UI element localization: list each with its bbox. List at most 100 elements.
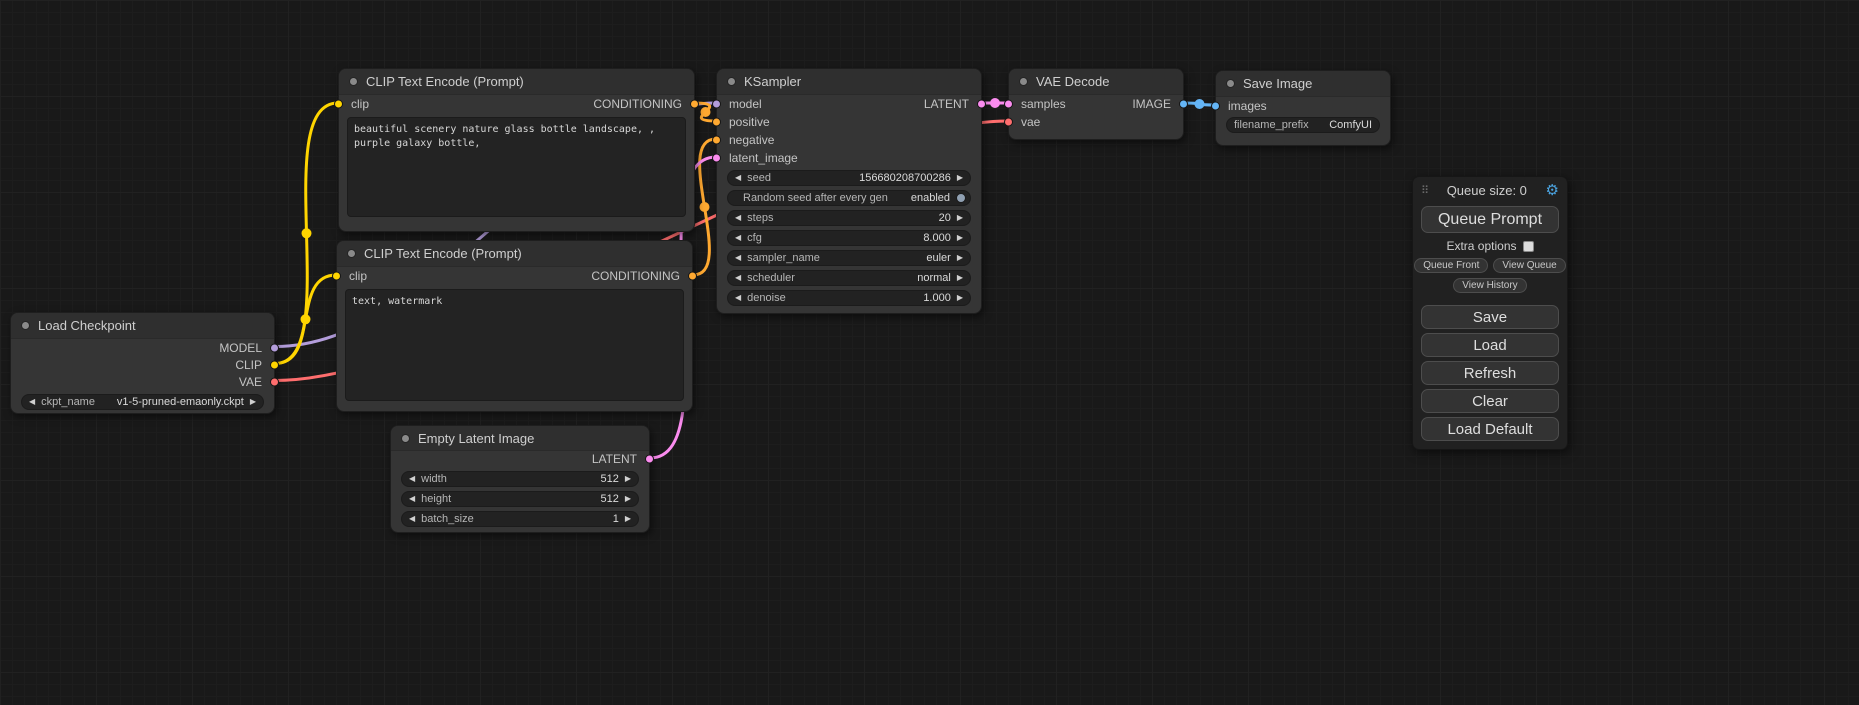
arrow-left-icon[interactable]: ◀: [735, 254, 741, 262]
node-clip-text-encode-negative[interactable]: CLIP Text Encode (Prompt) clip CONDITION…: [336, 240, 693, 412]
port-latent-output[interactable]: [977, 100, 986, 109]
port-latent-output[interactable]: [645, 455, 654, 464]
arrow-left-icon[interactable]: ◀: [409, 475, 415, 483]
load-default-button[interactable]: Load Default: [1421, 417, 1559, 441]
node-title-bar[interactable]: Save Image: [1216, 71, 1390, 97]
node-empty-latent-image[interactable]: Empty Latent Image LATENT ◀ width 512 ▶ …: [390, 425, 650, 533]
port-conditioning-output[interactable]: [688, 272, 697, 281]
collapse-dot-icon[interactable]: [347, 249, 356, 258]
negative-prompt-textarea[interactable]: text, watermark: [345, 289, 684, 401]
node-ksampler[interactable]: KSampler model LATENT positive negative …: [716, 68, 982, 314]
collapse-dot-icon[interactable]: [1019, 77, 1028, 86]
view-history-button[interactable]: View History: [1453, 278, 1526, 293]
node-clip-text-encode-positive[interactable]: CLIP Text Encode (Prompt) clip CONDITION…: [338, 68, 695, 232]
port-vae-input[interactable]: [1004, 118, 1013, 127]
port-clip-output[interactable]: [270, 360, 279, 369]
queue-front-button[interactable]: Queue Front: [1414, 258, 1488, 273]
node-title-bar[interactable]: Empty Latent Image: [391, 426, 649, 451]
arrow-right-icon[interactable]: ▶: [625, 515, 631, 523]
port-negative-input[interactable]: [712, 136, 721, 145]
port-positive-input[interactable]: [712, 118, 721, 127]
arrow-right-icon[interactable]: ▶: [957, 214, 963, 222]
arrow-right-icon[interactable]: ▶: [957, 254, 963, 262]
node-title-bar[interactable]: KSampler: [717, 69, 981, 95]
arrow-right-icon[interactable]: ▶: [625, 495, 631, 503]
port-model-output[interactable]: [270, 343, 279, 352]
batch-size-widget[interactable]: ◀ batch_size 1 ▶: [401, 511, 639, 527]
seed-widget[interactable]: ◀ seed 156680208700286 ▶: [727, 170, 971, 186]
view-queue-button[interactable]: View Queue: [1493, 258, 1565, 273]
slot-label-latent: LATENT: [924, 97, 969, 111]
widget-value: 156680208700286: [859, 172, 951, 184]
arrow-right-icon[interactable]: ▶: [625, 475, 631, 483]
arrow-right-icon[interactable]: ▶: [957, 174, 963, 182]
port-image-output[interactable]: [1179, 100, 1188, 109]
collapse-dot-icon[interactable]: [1226, 79, 1235, 88]
drag-handle-icon[interactable]: ⠿: [1421, 184, 1428, 197]
slot-label-model: model: [729, 97, 762, 111]
slot-label-latent: LATENT: [592, 452, 637, 466]
collapse-dot-icon[interactable]: [727, 77, 736, 86]
arrow-right-icon[interactable]: ▶: [957, 274, 963, 282]
node-save-image[interactable]: Save Image images filename_prefix ComfyU…: [1215, 70, 1391, 146]
node-title-bar[interactable]: CLIP Text Encode (Prompt): [339, 69, 694, 95]
arrow-left-icon[interactable]: ◀: [29, 398, 35, 406]
node-vae-decode[interactable]: VAE Decode samples IMAGE vae: [1008, 68, 1184, 140]
port-vae-output[interactable]: [270, 377, 279, 386]
denoise-widget[interactable]: ◀ denoise 1.000 ▶: [727, 290, 971, 306]
arrow-right-icon[interactable]: ▶: [957, 294, 963, 302]
widget-name: batch_size: [421, 513, 474, 525]
arrow-left-icon[interactable]: ◀: [409, 495, 415, 503]
arrow-left-icon[interactable]: ◀: [735, 214, 741, 222]
queue-size-label: Queue size: 0: [1428, 183, 1545, 198]
steps-widget[interactable]: ◀ steps 20 ▶: [727, 210, 971, 226]
refresh-button[interactable]: Refresh: [1421, 361, 1559, 385]
widget-name: width: [421, 473, 447, 485]
sampler-name-widget[interactable]: ◀ sampler_name euler ▶: [727, 250, 971, 266]
save-button[interactable]: Save: [1421, 305, 1559, 329]
node-load-checkpoint[interactable]: Load Checkpoint MODEL CLIP VAE ◀ ckpt_na…: [10, 312, 275, 414]
load-button[interactable]: Load: [1421, 333, 1559, 357]
collapse-dot-icon[interactable]: [349, 77, 358, 86]
arrow-right-icon[interactable]: ▶: [250, 398, 256, 406]
arrow-right-icon[interactable]: ▶: [957, 234, 963, 242]
widget-value: 512: [600, 493, 618, 505]
node-title-bar[interactable]: Load Checkpoint: [11, 313, 274, 339]
width-widget[interactable]: ◀ width 512 ▶: [401, 471, 639, 487]
arrow-left-icon[interactable]: ◀: [735, 274, 741, 282]
filename-prefix-widget[interactable]: filename_prefix ComfyUI: [1226, 117, 1380, 133]
arrow-left-icon[interactable]: ◀: [735, 294, 741, 302]
port-clip-input[interactable]: [332, 272, 341, 281]
toggle-knob-icon[interactable]: [956, 193, 966, 203]
extra-options-checkbox[interactable]: [1523, 241, 1534, 252]
random-seed-toggle-widget[interactable]: Random seed after every gen enabled: [727, 190, 971, 206]
widget-name: Random seed after every gen: [743, 192, 888, 204]
positive-prompt-textarea[interactable]: beautiful scenery nature glass bottle la…: [347, 117, 686, 217]
port-samples-input[interactable]: [1004, 100, 1013, 109]
queue-prompt-button[interactable]: Queue Prompt: [1421, 206, 1559, 233]
gear-icon[interactable]: ⚙: [1546, 183, 1559, 198]
clear-button[interactable]: Clear: [1421, 389, 1559, 413]
node-title-bar[interactable]: VAE Decode: [1009, 69, 1183, 95]
cfg-widget[interactable]: ◀ cfg 8.000 ▶: [727, 230, 971, 246]
slot-label-conditioning: CONDITIONING: [593, 97, 682, 111]
port-model-input[interactable]: [712, 100, 721, 109]
collapse-dot-icon[interactable]: [401, 434, 410, 443]
scheduler-widget[interactable]: ◀ scheduler normal ▶: [727, 270, 971, 286]
collapse-dot-icon[interactable]: [21, 321, 30, 330]
arrow-left-icon[interactable]: ◀: [735, 234, 741, 242]
arrow-left-icon[interactable]: ◀: [409, 515, 415, 523]
ckpt-name-widget[interactable]: ◀ ckpt_name v1-5-pruned-emaonly.ckpt ▶: [21, 394, 264, 410]
port-latent-image-input[interactable]: [712, 154, 721, 163]
port-clip-input[interactable]: [334, 100, 343, 109]
port-conditioning-output[interactable]: [690, 100, 699, 109]
link-midpoint-dot: [1195, 99, 1205, 109]
slot-label-images: images: [1228, 99, 1267, 113]
height-widget[interactable]: ◀ height 512 ▶: [401, 491, 639, 507]
port-images-input[interactable]: [1211, 102, 1220, 111]
widget-name: scheduler: [747, 272, 795, 284]
node-title: VAE Decode: [1036, 74, 1109, 89]
arrow-left-icon[interactable]: ◀: [735, 174, 741, 182]
comfyui-canvas[interactable]: { "nodes": { "load_checkpoint": { "title…: [0, 0, 1859, 705]
node-title-bar[interactable]: CLIP Text Encode (Prompt): [337, 241, 692, 267]
